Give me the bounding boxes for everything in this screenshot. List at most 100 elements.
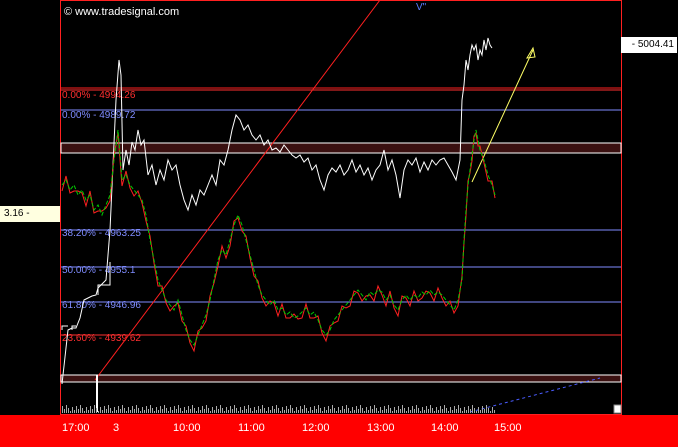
volume-bar [494,410,495,413]
volume-bar [152,408,153,413]
volume-bar [210,411,211,413]
volume-bar [464,407,465,413]
volume-bar [256,410,257,413]
volume-bar [356,406,357,413]
volume-bar [268,407,269,413]
volume-bar [366,407,367,413]
volume-bar [312,410,313,413]
volume-bar [450,407,451,413]
time-label-4: 12:00 [302,422,330,434]
volume-bar [476,411,477,413]
volume-bar [286,406,287,413]
volume-bar [332,405,333,413]
volume-bar [116,410,117,413]
volume-bar [372,409,373,413]
volume-bar [134,409,135,413]
volume-bar [82,408,83,413]
volume-bar [378,411,379,413]
volume-bar [422,407,423,413]
time-label-5: 13:00 [367,422,395,434]
volume-bar [190,409,191,413]
volume-bar [348,408,349,413]
volume-bar [70,411,71,413]
volume-bar [272,406,273,413]
volume-bar [376,408,377,413]
volume-bars [62,405,495,413]
volume-bar [466,410,467,413]
volume-bar [228,410,229,413]
volume-bar [486,405,487,413]
volume-bar [68,408,69,413]
volume-bar [142,407,143,413]
volume-bar [458,405,459,413]
volume-bar [456,409,457,413]
volume-bar [240,407,241,413]
volume-bar [444,405,445,413]
volume-bar [384,406,385,413]
volume-bar [324,407,325,413]
volume-bar [302,409,303,413]
volume-bar [406,411,407,413]
volume-bar [84,411,85,413]
time-label-2: 10:00 [173,422,201,434]
volume-bar [128,407,129,413]
volume-bar [424,410,425,413]
volume-bar [278,408,279,413]
volume-bar [204,409,205,413]
time-label-1: 3 [113,422,120,434]
volume-bar [216,406,217,413]
volume-bar [388,405,389,413]
volume-bar [408,407,409,413]
target-arrow [471,49,534,183]
volume-bar [200,410,201,413]
volume-bar [220,405,221,413]
volume-bar [430,405,431,413]
volume-bar [138,408,139,413]
resize-handle-icon [613,404,622,414]
volume-bar [306,408,307,413]
volume-bar [488,408,489,413]
volume-bar [226,407,227,413]
volume-bar [288,409,289,413]
volume-bar [100,407,101,413]
arrow-head [526,46,536,59]
volume-bar [258,406,259,413]
volume-bar [136,405,137,413]
volume-bar [296,407,297,413]
volume-bar [74,410,75,413]
chart-canvas[interactable]: 0.00% - 4994.26 0.00% - 4989.72 38.20% - 4… [0,0,678,447]
volume-bar [326,410,327,413]
volume-bar [398,406,399,413]
volume-bar [192,405,193,413]
volume-bar [390,408,391,413]
time-label-0: 17:00 [62,422,90,434]
volume-bar [380,407,381,413]
volume-bar [484,409,485,413]
volume-bar [66,405,67,413]
volume-bar [212,407,213,413]
fib-label-0: 0.00% - 4994.26 [62,90,136,101]
volume-bar [282,407,283,413]
volume-bar [80,405,81,413]
volume-bar [386,409,387,413]
volume-bar [478,407,479,413]
volume-bar [344,409,345,413]
volume-bar [130,410,131,413]
watermark-text: www.tradesignal.com [75,6,180,18]
volume-bar [276,405,277,413]
volume-bar [76,406,77,413]
volume-bar [208,408,209,413]
volume-bar [336,411,337,413]
volume-bar [482,406,483,413]
time-axis[interactable] [0,415,678,447]
volume-bar [118,406,119,413]
volume-bar [96,408,97,413]
volume-bar [222,408,223,413]
volume-bar [294,411,295,413]
volume-bar [158,410,159,413]
volume-bar [474,408,475,413]
volume-bar [102,410,103,413]
volume-bar [292,408,293,413]
volume-bar [392,411,393,413]
volume-bar [160,406,161,413]
